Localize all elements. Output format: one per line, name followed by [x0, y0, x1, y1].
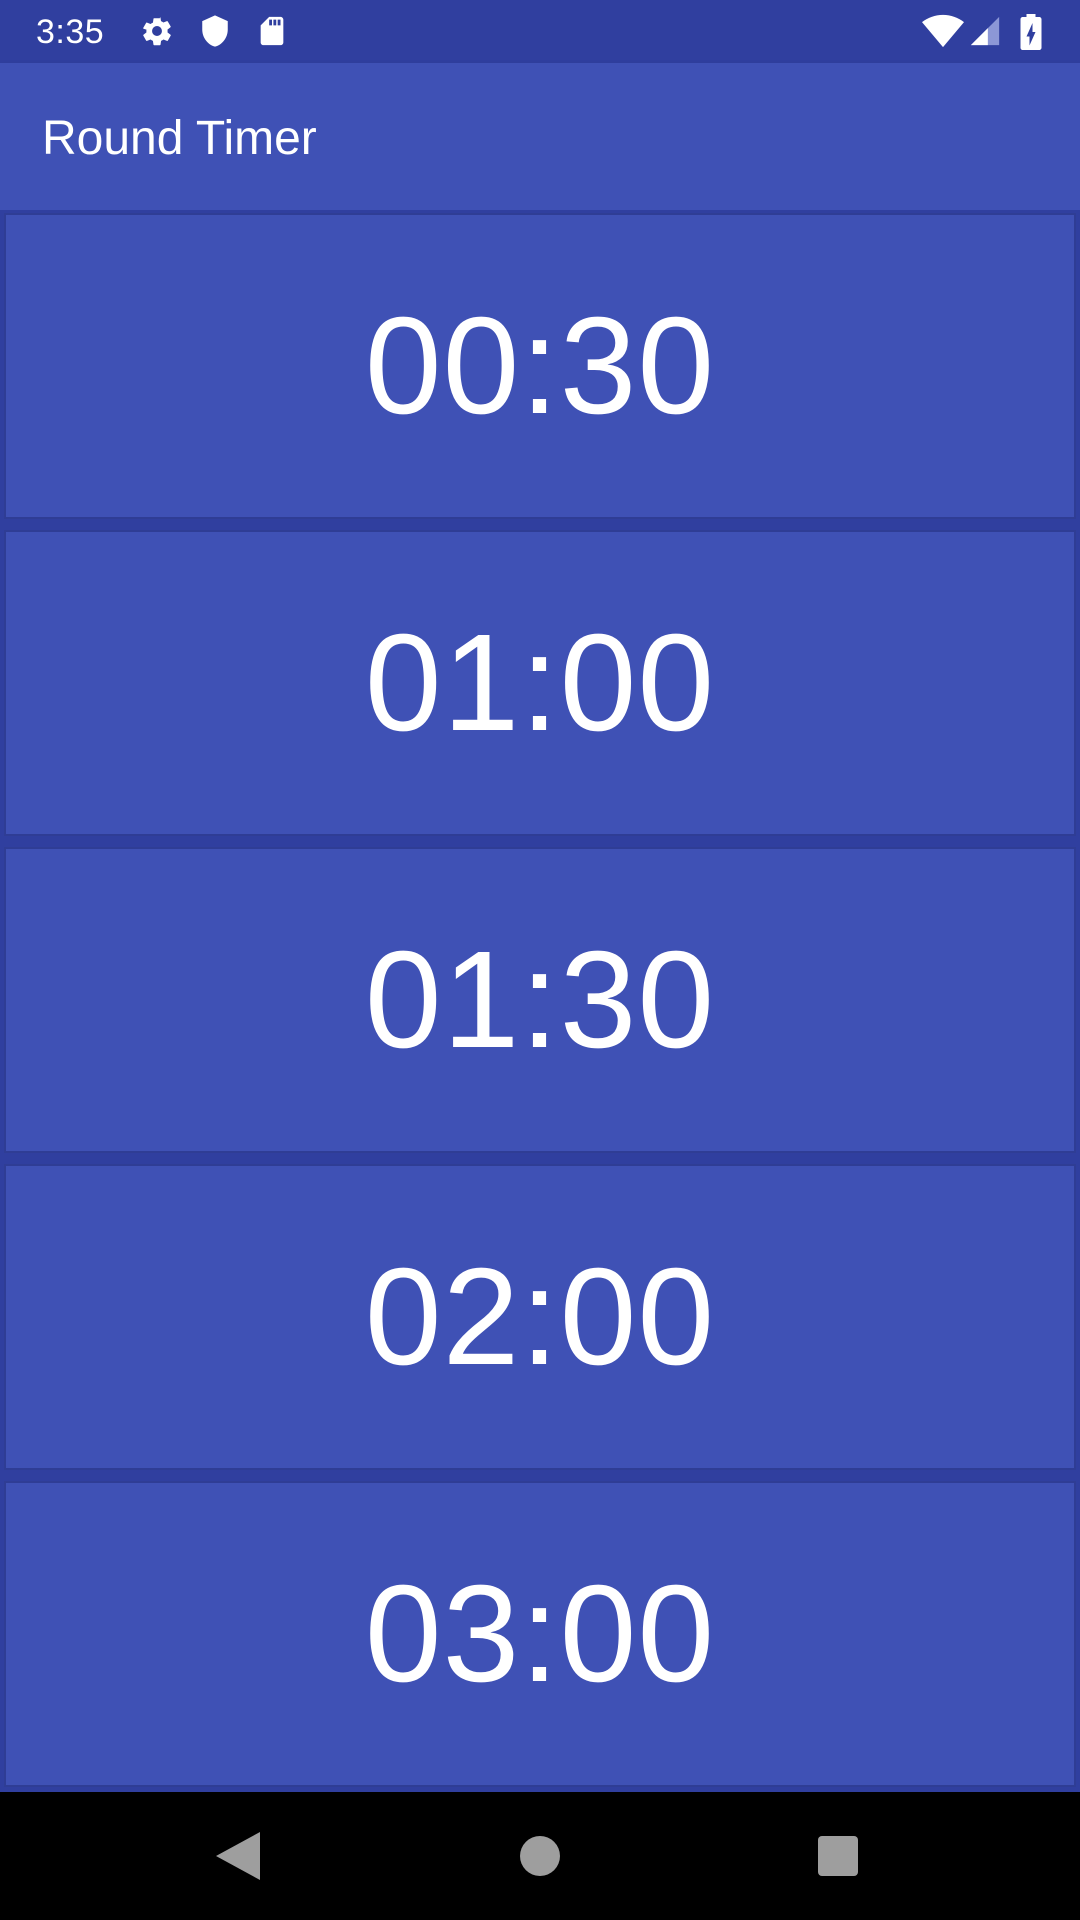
shield-icon [198, 14, 232, 48]
app-title: Round Timer [42, 112, 317, 165]
timer-option-01-30[interactable]: 01:30 [4, 847, 1076, 1153]
recents-icon[interactable] [808, 1826, 868, 1886]
navigation-bar [0, 1792, 1080, 1920]
app-bar: Round Timer [0, 63, 1080, 210]
status-time: 3:35 [36, 13, 105, 51]
timer-option-03-00[interactable]: 03:00 [4, 1481, 1076, 1787]
sd-card-icon [255, 14, 289, 48]
timer-label: 02:00 [364, 1240, 716, 1394]
timer-option-01-00[interactable]: 01:00 [4, 530, 1076, 836]
back-icon[interactable] [208, 1826, 268, 1886]
timer-list: 00:30 01:00 01:30 02:00 03:00 [0, 210, 1080, 1792]
home-icon[interactable] [510, 1826, 570, 1886]
signal-icon [968, 14, 1002, 48]
wifi-icon [922, 14, 964, 48]
settings-icon [140, 14, 174, 48]
timer-label: 03:00 [364, 1557, 716, 1711]
timer-option-02-00[interactable]: 02:00 [4, 1164, 1076, 1470]
timer-label: 01:30 [364, 923, 716, 1077]
timer-label: 00:30 [364, 289, 716, 443]
timer-label: 01:00 [364, 606, 716, 760]
timer-option-00-30[interactable]: 00:30 [4, 213, 1076, 519]
status-bar: 3:35 [0, 0, 1080, 63]
battery-charging-icon [1016, 14, 1046, 50]
